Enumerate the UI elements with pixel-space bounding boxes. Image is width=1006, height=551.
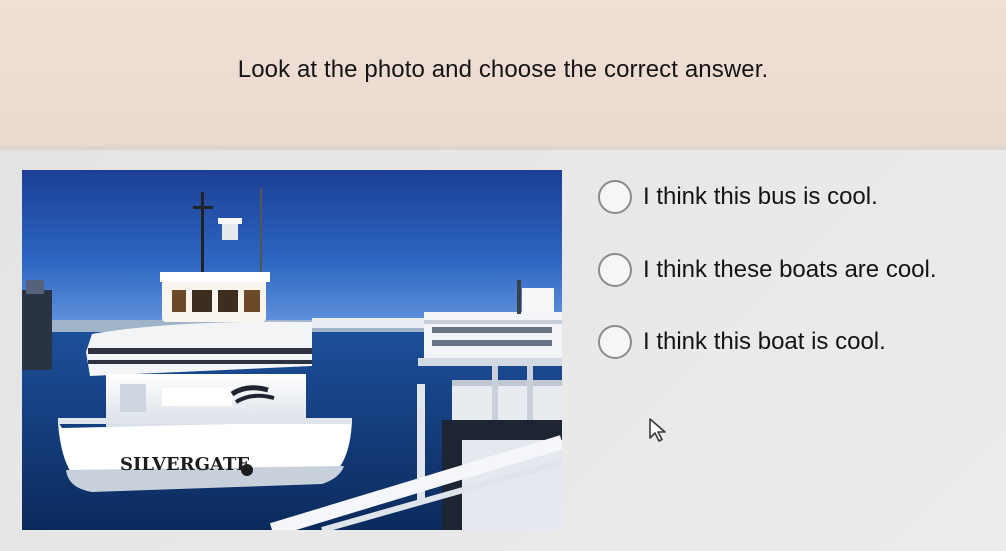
- answer-option-label[interactable]: I think these boats are cool.: [643, 256, 937, 284]
- answer-option-boats[interactable]: I think these boats are cool.: [598, 250, 937, 290]
- answer-option-label[interactable]: I think this bus is cool.: [643, 183, 878, 211]
- radio-button[interactable]: [598, 180, 632, 214]
- boat-photo: SILVERGATE: [22, 170, 562, 530]
- answer-option-bus[interactable]: I think this bus is cool.: [598, 177, 878, 217]
- answer-option-label[interactable]: I think this boat is cool.: [643, 328, 886, 356]
- radio-button[interactable]: [598, 325, 632, 359]
- radio-button[interactable]: [598, 253, 632, 287]
- boat-name-text: SILVERGATE: [120, 454, 250, 475]
- question-header: Look at the photo and choose the correct…: [0, 0, 1006, 148]
- mouse-pointer-icon: [648, 417, 668, 448]
- answer-option-boat[interactable]: I think this boat is cool.: [598, 322, 886, 362]
- question-prompt: Look at the photo and choose the correct…: [237, 56, 769, 83]
- boat-photo-illustration: SILVERGATE: [22, 170, 562, 530]
